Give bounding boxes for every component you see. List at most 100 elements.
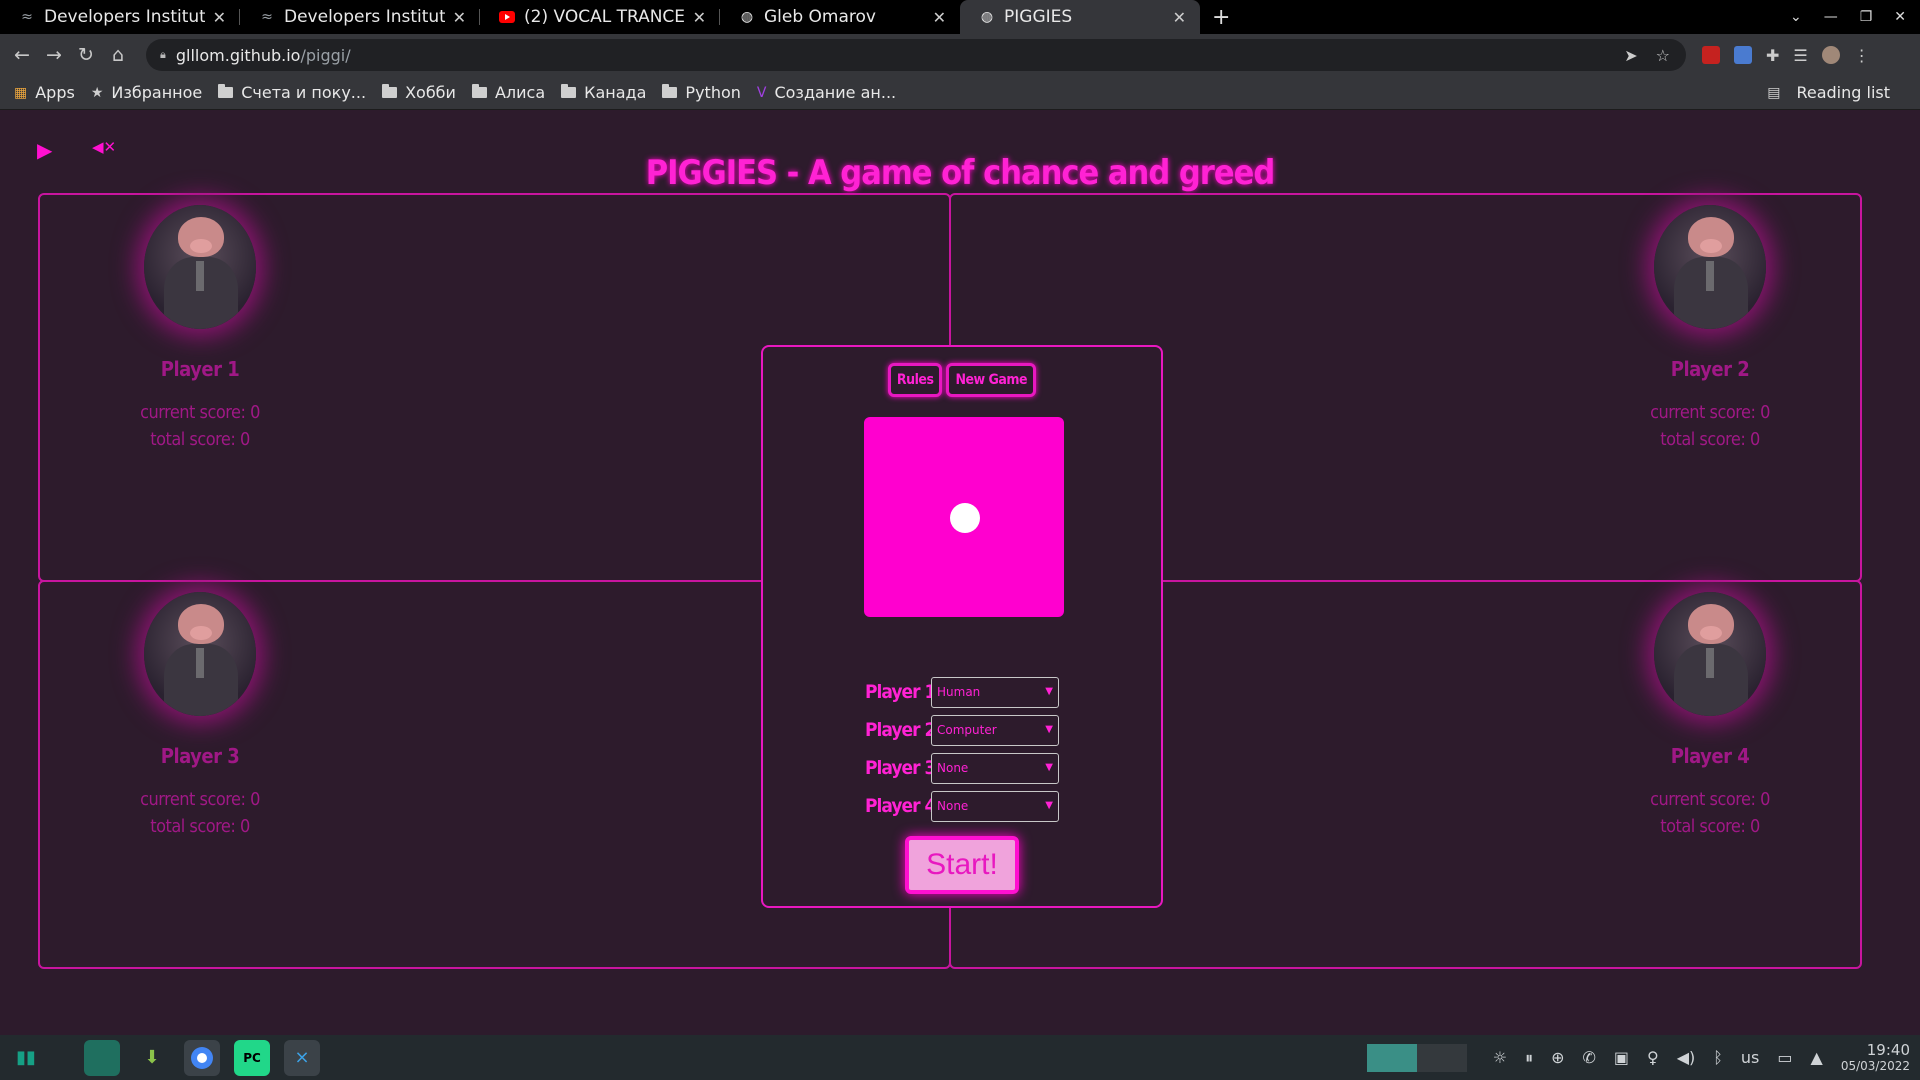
tab-search-icon[interactable]: ⌄: [1790, 9, 1802, 25]
player-select-row: Player 3 None ▼: [763, 749, 1161, 787]
restore-icon[interactable]: ❐: [1860, 9, 1873, 25]
clipboard-icon[interactable]: ▣: [1614, 1048, 1629, 1067]
player-name: Player 2: [1670, 357, 1750, 381]
start-button[interactable]: Start!: [905, 836, 1019, 894]
player-1-card: Player 1 current score: 0 total score: 0: [100, 205, 300, 453]
bookmark-apps[interactable]: ▦ Apps: [14, 83, 75, 102]
close-icon[interactable]: ✕: [693, 8, 706, 27]
network-icon[interactable]: ▭: [1777, 1048, 1792, 1067]
close-icon[interactable]: ✕: [213, 8, 226, 27]
browser-tab-1[interactable]: ≈ Developers Institute ✕: [0, 0, 240, 34]
browser-tab-strip: ≈ Developers Institute ✕ ≈ Developers In…: [0, 0, 1920, 34]
current-score: current score: 0: [1650, 789, 1770, 810]
new-game-button[interactable]: New Game: [946, 363, 1037, 397]
bookmark-label: Python: [685, 83, 741, 102]
select-label: Player 3: [865, 757, 936, 779]
extensions-puzzle-icon[interactable]: ✚: [1766, 46, 1779, 65]
pycharm-icon[interactable]: PC: [234, 1039, 270, 1076]
bookmark-folder-bills[interactable]: Счета и поку...: [218, 83, 366, 102]
apps-grid-icon: ▦: [14, 84, 28, 101]
volume-icon[interactable]: ◀): [1677, 1048, 1696, 1067]
chevron-down-icon: ▼: [1045, 799, 1053, 811]
bookmark-folder-alisa[interactable]: Алиса: [471, 83, 545, 102]
player-3-card: Player 3 current score: 0 total score: 0: [100, 592, 300, 840]
lightbulb-icon[interactable]: ♀: [1647, 1048, 1659, 1067]
browser-tab-2[interactable]: ≈ Developers Institute ✕: [240, 0, 480, 34]
keyboard-layout[interactable]: us: [1741, 1048, 1759, 1067]
pig-avatar: [1654, 592, 1766, 716]
tab-title: PIGGIES: [1004, 7, 1073, 27]
window-controls: ⌄ — ❐ ✕: [1790, 0, 1920, 34]
close-icon[interactable]: ✕: [453, 8, 466, 27]
file-manager-icon[interactable]: [84, 1039, 120, 1076]
workspace-pager[interactable]: [1366, 1043, 1467, 1072]
player-name: Player 1: [160, 357, 240, 381]
translate-extension-icon[interactable]: [1734, 46, 1752, 64]
notifications-icon[interactable]: ☼: [1493, 1048, 1507, 1067]
select-value: None: [937, 761, 969, 775]
new-tab-button[interactable]: +: [1212, 0, 1230, 34]
send-icon[interactable]: ➤: [1624, 46, 1637, 65]
bookmark-star-icon[interactable]: ☆: [1656, 46, 1670, 65]
bookmark-label: Хобби: [405, 83, 456, 102]
bookmark-favorites[interactable]: ★ Избранное: [91, 83, 202, 102]
address-bar[interactable]: 🔒︎ glllom.github.io/piggi/ ➤ ☆: [146, 39, 1686, 71]
minimize-icon[interactable]: —: [1824, 9, 1838, 25]
close-icon[interactable]: ✕: [1173, 8, 1186, 27]
bookmark-folder-canada[interactable]: Канада: [561, 83, 646, 102]
bluetooth-icon[interactable]: ᛒ: [1713, 1048, 1723, 1067]
close-icon[interactable]: ✕: [933, 8, 946, 27]
player-2-type-select[interactable]: Computer ▼: [931, 714, 1059, 746]
select-label: Player 2: [865, 719, 936, 741]
media-control-icon[interactable]: ☰: [1793, 46, 1807, 65]
tab-title: Developers Institute: [284, 7, 445, 27]
reading-list-button[interactable]: ▤ Reading list: [1767, 83, 1890, 102]
back-icon[interactable]: ←: [6, 44, 38, 66]
gmail-extension-icon[interactable]: [1702, 46, 1720, 64]
browser-tab-3[interactable]: (2) VOCAL TRANCE - TO ✕: [480, 0, 720, 34]
bookmark-creation[interactable]: V Создание ан...: [757, 83, 896, 102]
player-select-row: Player 2 Computer ▼: [763, 711, 1161, 749]
player-3-type-select[interactable]: None ▼: [931, 752, 1059, 784]
player-4-type-select[interactable]: None ▼: [931, 790, 1059, 822]
close-window-icon[interactable]: ✕: [1894, 9, 1906, 25]
chevron-down-icon: ▼: [1045, 723, 1053, 735]
bookmark-folder-hobby[interactable]: Хобби: [382, 83, 456, 102]
forward-icon[interactable]: →: [38, 44, 70, 66]
profile-avatar-icon[interactable]: [1821, 46, 1840, 64]
rules-button[interactable]: Rules: [887, 363, 943, 397]
app-launcher-icon[interactable]: ▮▮: [8, 1040, 44, 1076]
tray-expand-icon[interactable]: ▲: [1811, 1048, 1823, 1067]
pause-icon[interactable]: ⏸: [1525, 1048, 1533, 1068]
die[interactable]: [864, 417, 1064, 617]
clock[interactable]: 19:40 05/03/2022: [1841, 1042, 1910, 1074]
chevron-down-icon: ▼: [1045, 761, 1053, 773]
total-score: total score: 0: [150, 429, 250, 450]
chrome-icon[interactable]: [184, 1039, 220, 1076]
tab-title: Gleb Omarov: [764, 7, 876, 27]
globe-icon: ◍: [980, 9, 994, 25]
page-title: PIGGIES - A game of chance and greed: [645, 153, 1276, 193]
browser-tab-4[interactable]: ◍ Gleb Omarov ✕: [720, 0, 960, 34]
die-pip: [950, 503, 980, 533]
vscode-icon[interactable]: ⨯: [284, 1039, 320, 1076]
updates-icon[interactable]: ⊕: [1551, 1048, 1564, 1067]
home-icon[interactable]: ⌂: [102, 44, 134, 66]
reload-icon[interactable]: ↻: [70, 44, 102, 66]
globe-icon: ◍: [740, 9, 754, 25]
chevron-down-icon: ▼: [1045, 685, 1053, 697]
download-manager-icon[interactable]: ⬇: [134, 1040, 170, 1076]
player-1-type-select[interactable]: Human ▼: [931, 676, 1059, 708]
reading-list-label: Reading list: [1796, 83, 1890, 102]
browser-tab-5[interactable]: ◍ PIGGIES ✕: [960, 0, 1200, 34]
star-icon: ★: [90, 84, 104, 101]
pig-avatar: [1654, 205, 1766, 329]
game-page: ▶ ◀✕ Player 1 current score: 0 total sco…: [0, 111, 1920, 1035]
bookmark-folder-python[interactable]: Python: [662, 83, 741, 102]
player-select-row: Player 4 None ▼: [763, 787, 1161, 825]
menu-kebab-icon[interactable]: ⋮: [1854, 46, 1870, 65]
youtube-icon: [498, 8, 516, 26]
current-score: current score: 0: [140, 789, 260, 810]
whatsapp-icon[interactable]: ✆: [1583, 1048, 1596, 1067]
os-taskbar: ▮▮ ⬇ PC ⨯ ☼ ⏸ ⊕ ✆ ▣ ♀ ◀) ᛒ us ▭ ▲ 19:40 …: [0, 1035, 1920, 1080]
